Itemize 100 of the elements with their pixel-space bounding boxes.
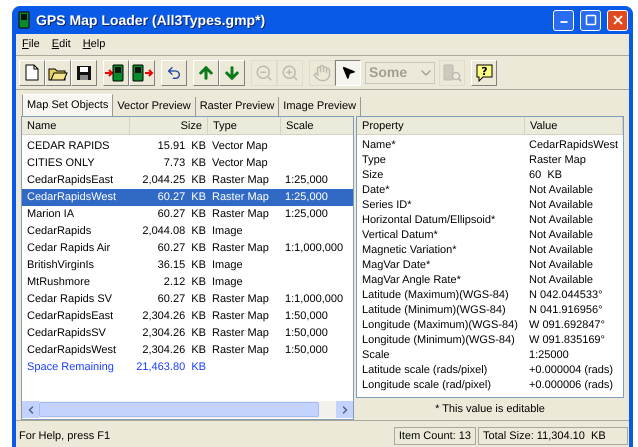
device-magnifier-icon [442,64,462,82]
type-cell-text: Vector Map [211,156,269,171]
menu-item[interactable]: Help [82,36,106,53]
tab[interactable]: Map Set Objects [22,94,114,116]
table-row[interactable]: Marion IA 60.27 KB Raster Map 1:25,000 [22,206,353,223]
property-value: N 042.044533° [528,288,604,303]
size-cell-text: 60.27 KB [156,292,207,307]
close-icon [610,13,624,27]
scale-cell-text: 1:1,000,000 [284,241,344,256]
name-cell-text: BritishVirginIs [26,258,96,273]
blank-page-icon [25,64,39,81]
column-header[interactable]: Value [525,117,623,135]
column-header[interactable]: Type [208,117,281,135]
name-cell-text: MtRushmore [26,275,91,290]
table-row[interactable]: CedarRapidsEast 2,304.26 KB Raster Map 1:50,000 [22,308,353,325]
hand-icon [313,64,331,82]
property-name: Latitude (Maximum)(WGS-84) [361,288,510,303]
column-header[interactable]: Size [130,117,208,135]
property-name: MagVar Date* [361,258,432,273]
help-icon: ? [476,64,492,82]
type-cell-text: Raster Map [211,190,270,205]
scale-cell-text: 1:50,000 [284,309,329,324]
type-cell-text: Image [211,224,244,239]
property-value: W 091.692847° [528,318,606,333]
table-row[interactable]: CEDAR RAPIDS 15.91 KB Vector Map [22,138,353,155]
table-row[interactable]: CITIES ONLY 7.73 KB Vector Map [22,155,353,172]
type-cell-text: Raster Map [211,241,270,256]
column-header[interactable]: Name [22,117,130,135]
property-name: Longitude (Minimum)(WGS-84) [361,333,516,348]
property-value: Not Available [528,273,594,288]
type-cell-text: Image [211,275,244,290]
name-cell-text: CedarRapidsEast [26,173,114,188]
type-cell-text: Image [211,258,244,273]
table-row[interactable]: MtRushmore 2.12 KB Image [22,274,353,291]
property-value: Not Available [528,258,594,273]
maximize-icon [584,14,596,26]
name-cell-text: CedarRapidsSV [26,326,107,341]
column-header[interactable]: Property [357,117,525,135]
app-icon [18,11,30,29]
size-cell-text: 7.73 KB [162,156,207,171]
property-name: Vertical Datum* [361,228,439,243]
property-value: CedarRapidsWest [528,138,620,153]
property-name: Date* [361,183,391,198]
name-cell-text: CedarRapids [26,224,92,239]
name-cell-text: Cedar Rapids SV [26,292,113,307]
close-button[interactable] [607,10,628,30]
property-name: Longitude (Maximum)(WGS-84) [361,318,519,333]
menu-item[interactable]: Edit [52,36,71,53]
table-row[interactable]: CedarRapidsWest 2,304.26 KB Raster Map 1:50,000 [22,342,353,359]
type-cell-text: Raster Map [211,343,270,358]
table-row[interactable]: BritishVirginIs 36.15 KB Image [22,257,353,274]
property-name: MagVar Angle Rate* [361,273,462,288]
property-value: +0.000006 (rads) [528,378,614,393]
size-cell-text: 2,304.26 KB [141,343,207,358]
property-name: Size [361,168,384,183]
name-cell-text: Marion IA [26,207,76,222]
window-title: GPS Map Loader (All3Types.gmp*) [36,10,266,30]
size-cell-text: 15.91 KB [156,139,207,154]
minimize-button[interactable] [553,10,574,30]
property-value: N 041.916956° [528,303,604,318]
table-row[interactable]: Cedar Rapids Air 60.27 KB Raster Map 1:1,000,000 [22,240,353,257]
scale-cell-text: 1:50,000 [284,343,329,358]
editable-note: * This value is editable [434,402,546,417]
device-arrow-out-icon [130,64,154,82]
type-cell-text: Raster Map [211,173,270,188]
type-cell-text: Vector Map [211,139,269,154]
status-total-size: Total Size: 11,304.10 KB [478,426,628,446]
table-row[interactable]: CedarRapids 2,044.08 KB Image [22,223,353,240]
name-cell-text: CedarRapidsEast [26,309,114,324]
maximize-button[interactable] [580,10,601,30]
name-cell-text: CITIES ONLY [26,156,96,171]
size-cell-text: 36.15 KB [156,258,207,273]
property-value: Raster Map [528,153,587,168]
undo-icon [166,64,182,80]
horizontal-scrollbar[interactable] [22,401,353,418]
table-row[interactable]: Cedar Rapids SV 60.27 KB Raster Map 1:1,000,000 [22,291,353,308]
size-cell-text: 2.12 KB [162,275,207,290]
property-name: Horizontal Datum/Ellipsoid* [361,213,496,228]
status-item-count: Item Count: 13 [394,426,476,446]
toolbar-button[interactable]: ? [471,60,497,86]
property-value: 1:25000 [528,348,570,363]
size-cell-text: 2,044.08 KB [141,224,207,239]
table-row[interactable]: CedarRapidsSV 2,304.26 KB Raster Map 1:50,000 [22,325,353,342]
size-cell-text: 60.27 KB [156,190,207,205]
scroll-thumb[interactable] [39,402,319,417]
menu-item[interactable]: File [22,36,40,53]
size-cell-text: 2,304.26 KB [141,326,207,341]
dropdown-value: Some [368,63,408,82]
table-row[interactable]: CedarRapidsWest 60.27 KB Raster Map 1:25,000 [22,189,353,206]
name-cell-text: CedarRapidsWest [26,343,118,358]
table-row[interactable]: Space Remaining 21,463.80 KB [22,359,353,376]
property-value: +0.000004 (rads) [528,363,614,378]
property-value: 60 KB [528,168,564,183]
size-cell-text: 2,304.26 KB [141,309,207,324]
table-row[interactable]: CedarRapidsEast 2,044.25 KB Raster Map 1:25,000 [22,172,353,189]
name-cell-text: Space Remaining [26,360,115,375]
type-cell-text: Raster Map [211,292,270,307]
toolbar-button[interactable] [335,60,361,86]
property-name: Longitude scale (rad/pixel) [361,378,492,393]
property-value: Not Available [528,213,594,228]
